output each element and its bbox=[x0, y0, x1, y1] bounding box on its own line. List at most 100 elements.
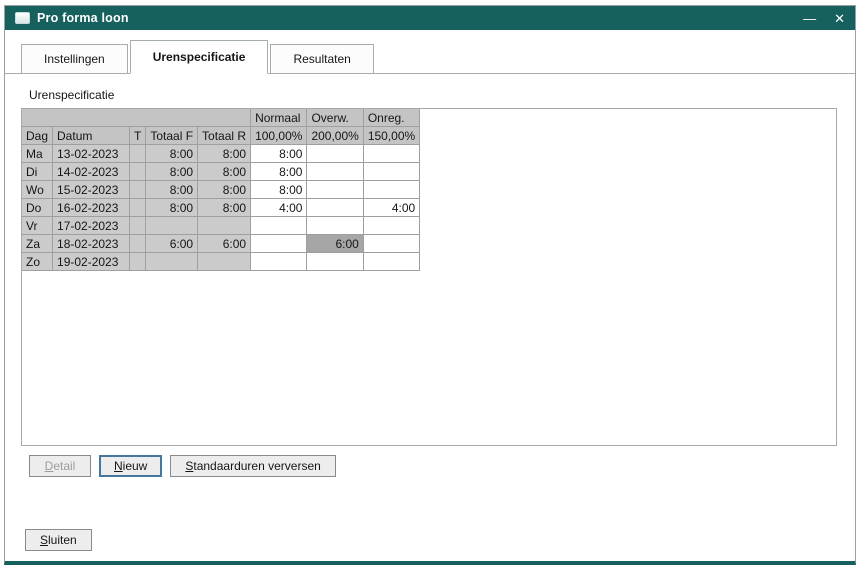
cell-overw[interactable] bbox=[307, 145, 363, 163]
cell-onreg[interactable] bbox=[363, 181, 419, 199]
tab-instellingen[interactable]: Instellingen bbox=[21, 44, 128, 74]
cell-totaal-f[interactable]: 8:00 bbox=[146, 181, 198, 199]
cell-totaal-r[interactable]: 8:00 bbox=[198, 199, 251, 217]
cell-overw[interactable] bbox=[307, 163, 363, 181]
cell-totaal-f[interactable]: 8:00 bbox=[146, 199, 198, 217]
cell-onreg[interactable] bbox=[363, 145, 419, 163]
cell-normaal[interactable]: 8:00 bbox=[251, 163, 307, 181]
group-header-blank bbox=[22, 109, 251, 127]
tab-label: Urenspecificatie bbox=[153, 50, 246, 64]
cell-totaal-f[interactable]: 8:00 bbox=[146, 163, 198, 181]
cell-t[interactable] bbox=[130, 199, 146, 217]
cell-datum[interactable]: 13-02-2023 bbox=[53, 145, 130, 163]
cell-datum[interactable]: 17-02-2023 bbox=[53, 217, 130, 235]
grid-button-row: Detail Nieuw Standaarduren verversen bbox=[29, 455, 839, 477]
cell-datum[interactable]: 16-02-2023 bbox=[53, 199, 130, 217]
col-header-overw-pct: 200,00% bbox=[307, 127, 363, 145]
row-za[interactable]: Za 18-02-2023 6:00 6:00 6:00 bbox=[22, 235, 420, 253]
cell-totaal-f[interactable]: 8:00 bbox=[146, 145, 198, 163]
tab-strip: Instellingen Urenspecificatie Resultaten bbox=[5, 40, 855, 74]
tab-label: Resultaten bbox=[293, 52, 350, 66]
cell-normaal[interactable] bbox=[251, 217, 307, 235]
tab-resultaten[interactable]: Resultaten bbox=[270, 44, 373, 74]
section-title: Urenspecificatie bbox=[29, 88, 839, 102]
cell-overw[interactable] bbox=[307, 181, 363, 199]
cell-normaal[interactable] bbox=[251, 253, 307, 271]
bottom-button-row: Sluiten bbox=[25, 529, 92, 551]
col-header-totaal-f: Totaal F bbox=[146, 127, 198, 145]
cell-datum[interactable]: 15-02-2023 bbox=[53, 181, 130, 199]
cell-totaal-f[interactable] bbox=[146, 217, 198, 235]
cell-t[interactable] bbox=[130, 235, 146, 253]
hours-grid-container: Normaal Overw. Onreg. Dag Datum T Totaal… bbox=[21, 108, 837, 446]
button-label: tandaarduren verversen bbox=[193, 459, 320, 473]
detail-button[interactable]: Detail bbox=[29, 455, 91, 477]
cell-normaal[interactable] bbox=[251, 235, 307, 253]
standaarduren-verversen-button[interactable]: Standaarduren verversen bbox=[170, 455, 335, 477]
cell-dag[interactable]: Di bbox=[22, 163, 53, 181]
col-header-onreg-pct: 150,00% bbox=[363, 127, 419, 145]
mnemonic: S bbox=[40, 533, 48, 547]
row-di[interactable]: Di 14-02-2023 8:00 8:00 8:00 bbox=[22, 163, 420, 181]
cell-datum[interactable]: 19-02-2023 bbox=[53, 253, 130, 271]
cell-t[interactable] bbox=[130, 145, 146, 163]
cell-datum[interactable]: 14-02-2023 bbox=[53, 163, 130, 181]
cell-totaal-f[interactable] bbox=[146, 253, 198, 271]
group-header-normaal: Normaal bbox=[251, 109, 307, 127]
row-do[interactable]: Do 16-02-2023 8:00 8:00 4:00 4:00 bbox=[22, 199, 420, 217]
col-header-dag: Dag bbox=[22, 127, 53, 145]
tab-label: Instellingen bbox=[44, 52, 105, 66]
nieuw-button[interactable]: Nieuw bbox=[99, 455, 162, 477]
row-wo[interactable]: Wo 15-02-2023 8:00 8:00 8:00 bbox=[22, 181, 420, 199]
cell-dag[interactable]: Do bbox=[22, 199, 53, 217]
cell-normaal[interactable]: 4:00 bbox=[251, 199, 307, 217]
cell-t[interactable] bbox=[130, 181, 146, 199]
row-ma[interactable]: Ma 13-02-2023 8:00 8:00 8:00 bbox=[22, 145, 420, 163]
button-label: ieuw bbox=[123, 459, 148, 473]
tab-panel: Urenspecificatie Normaal Overw. Onreg. bbox=[5, 74, 855, 477]
cell-dag[interactable]: Za bbox=[22, 235, 53, 253]
cell-totaal-r[interactable]: 6:00 bbox=[198, 235, 251, 253]
cell-onreg[interactable] bbox=[363, 217, 419, 235]
row-vr[interactable]: Vr 17-02-2023 bbox=[22, 217, 420, 235]
cell-dag[interactable]: Ma bbox=[22, 145, 53, 163]
row-zo[interactable]: Zo 19-02-2023 bbox=[22, 253, 420, 271]
cell-normaal[interactable]: 8:00 bbox=[251, 145, 307, 163]
cell-onreg[interactable] bbox=[363, 253, 419, 271]
cell-onreg[interactable] bbox=[363, 163, 419, 181]
tab-urenspecificatie[interactable]: Urenspecificatie bbox=[130, 40, 269, 74]
cell-onreg[interactable]: 4:00 bbox=[363, 199, 419, 217]
cell-totaal-r[interactable] bbox=[198, 253, 251, 271]
minimize-icon[interactable]: — bbox=[803, 12, 816, 25]
cell-dag[interactable]: Zo bbox=[22, 253, 53, 271]
cell-totaal-f[interactable]: 6:00 bbox=[146, 235, 198, 253]
col-header-t: T bbox=[130, 127, 146, 145]
cell-totaal-r[interactable]: 8:00 bbox=[198, 145, 251, 163]
button-label: luiten bbox=[48, 533, 77, 547]
cell-dag[interactable]: Wo bbox=[22, 181, 53, 199]
titlebar[interactable]: Pro forma loon — ✕ bbox=[5, 6, 855, 30]
selected-cell[interactable]: 6:00 bbox=[307, 235, 363, 253]
cell-overw[interactable] bbox=[307, 217, 363, 235]
cell-normaal[interactable]: 8:00 bbox=[251, 181, 307, 199]
group-header-onreg: Onreg. bbox=[363, 109, 419, 127]
cell-overw[interactable] bbox=[307, 199, 363, 217]
sluiten-button[interactable]: Sluiten bbox=[25, 529, 92, 551]
cell-dag[interactable]: Vr bbox=[22, 217, 53, 235]
cell-t[interactable] bbox=[130, 217, 146, 235]
col-header-datum: Datum bbox=[53, 127, 130, 145]
column-header-row: Dag Datum T Totaal F Totaal R 100,00% 20… bbox=[22, 127, 420, 145]
close-icon[interactable]: ✕ bbox=[834, 12, 845, 25]
group-header-row: Normaal Overw. Onreg. bbox=[22, 109, 420, 127]
window-title: Pro forma loon bbox=[37, 11, 129, 25]
cell-onreg[interactable] bbox=[363, 235, 419, 253]
window-icon bbox=[15, 12, 30, 24]
cell-t[interactable] bbox=[130, 253, 146, 271]
cell-totaal-r[interactable]: 8:00 bbox=[198, 181, 251, 199]
cell-totaal-r[interactable]: 8:00 bbox=[198, 163, 251, 181]
cell-datum[interactable]: 18-02-2023 bbox=[53, 235, 130, 253]
col-header-totaal-r: Totaal R bbox=[198, 127, 251, 145]
cell-t[interactable] bbox=[130, 163, 146, 181]
cell-overw[interactable] bbox=[307, 253, 363, 271]
cell-totaal-r[interactable] bbox=[198, 217, 251, 235]
